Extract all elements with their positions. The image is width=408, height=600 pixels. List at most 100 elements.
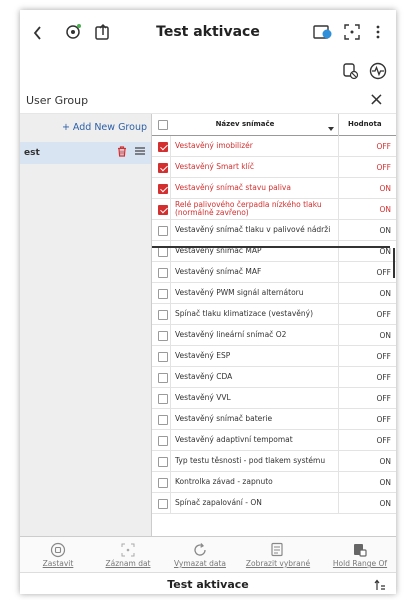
trash-icon[interactable] [117,146,127,160]
table-row[interactable]: Vestavěný ESP OFF [152,346,396,367]
row-checkbox[interactable] [158,163,168,173]
sensor-value: OFF [376,310,391,319]
clear-data-button[interactable]: Vymazat data [162,537,238,573]
add-new-group-button[interactable]: + Add New Group [62,122,147,133]
cell-divider [338,304,339,325]
table-row[interactable]: Typ testu těsnosti - pod tlakem systému O… [152,451,396,472]
sensor-value: OFF [376,352,391,361]
group-name: est [24,148,40,158]
table-row[interactable]: Relé palivového čerpadla nízkého tlaku (… [152,199,396,220]
row-checkbox[interactable] [158,184,168,194]
row-checkbox[interactable] [158,457,168,467]
cell-divider [338,367,339,388]
menu-icon[interactable] [135,145,145,159]
row-checkbox[interactable] [158,205,168,215]
column-header-name[interactable]: Název snímače [170,120,320,128]
table-row[interactable]: Vestavěný lineární snímač O2 ON [152,325,396,346]
table-row[interactable]: Vestavěný snímač stavu paliva ON [152,178,396,199]
table-row[interactable]: Vestavěný snímač tlaku v palivové nádrži… [152,220,396,241]
sensor-name: Vestavěný imobilizér [175,141,253,150]
sensor-name: Vestavěný CDA [175,372,233,381]
row-checkbox[interactable] [158,289,168,299]
column-divider [338,114,339,136]
sensor-name: Kontrolka závad - zapnuto [175,477,273,486]
sensor-value: ON [379,247,391,256]
sensor-name: Vestavěný snímač MAF [175,267,262,276]
sensor-value: ON [379,184,391,193]
footer-bar: Test aktivace [20,572,396,594]
cell-divider [170,346,171,367]
row-checkbox[interactable] [158,247,168,257]
waveform-icon[interactable] [368,61,388,81]
row-checkbox[interactable] [158,478,168,488]
cell-divider [338,472,339,493]
screen: Test aktivace User Group × + Add New Gro… [20,10,396,594]
sensor-name: Relé palivového čerpadla nízkého tlaku (… [175,200,322,217]
sensor-value: OFF [376,373,391,382]
sort-icon[interactable] [328,127,334,131]
row-checkbox[interactable] [158,373,168,383]
table-row[interactable]: Kontrolka závad - zapnuto ON [152,472,396,493]
record-data-icon [90,541,166,559]
table-row[interactable]: Vestavěný imobilizér OFF [152,136,396,157]
stop-button[interactable]: Zastavit [20,537,96,573]
sensor-value: OFF [376,268,391,277]
footer-title: Test aktivace [167,578,249,591]
select-all-checkbox[interactable] [158,120,168,130]
cell-divider [338,430,339,451]
cell-divider [170,388,171,409]
hold-range-button[interactable]: Hold Range Of [322,537,396,573]
cell-divider [338,493,339,514]
sensor-name: Vestavěný Smart klíč [175,162,254,171]
row-checkbox[interactable] [158,310,168,320]
column-header-value[interactable]: Hodnota [348,120,382,128]
cell-divider [338,157,339,178]
sensor-table: Název snímače Hodnota Vestavěný imobiliz… [151,114,396,536]
scrollbar[interactable] [393,248,395,278]
row-checkbox[interactable] [158,499,168,509]
sensor-value: ON [379,478,391,487]
cell-divider [170,283,171,304]
table-row[interactable]: Vestavěný Smart klíč OFF [152,157,396,178]
table-row[interactable]: Vestavěný snímač baterie OFF [152,409,396,430]
row-checkbox[interactable] [158,142,168,152]
car-off-icon[interactable] [340,61,360,81]
record-data-button[interactable]: Záznam dat [90,537,166,573]
table-row[interactable]: Vestavěný PWM signál alternátoru ON [152,283,396,304]
page-title: Test aktivace [156,24,260,40]
table-row[interactable]: Spínač zapalování - ON ON [152,493,396,514]
table-row[interactable]: Vestavěný snímač MAP ON [152,241,396,262]
row-checkbox[interactable] [158,268,168,278]
row-checkbox[interactable] [158,415,168,425]
cell-divider [170,430,171,451]
focus-icon[interactable] [342,22,362,42]
table-row[interactable]: Spínač tlaku klimatizace (vestavěný) OFF [152,304,396,325]
sensor-name: Vestavěný adaptivní tempomat [175,435,293,444]
row-checkbox[interactable] [158,394,168,404]
show-selected-button[interactable]: Zobrazit vybrané [240,537,316,573]
expand-icon[interactable] [374,576,386,594]
cell-divider [170,493,171,514]
table-row[interactable]: Vestavěný VVL OFF [152,388,396,409]
row-checkbox[interactable] [158,331,168,341]
sensor-value: ON [379,331,391,340]
hold-range-icon [322,541,396,559]
table-row[interactable]: Vestavěný snímač MAF OFF [152,262,396,283]
close-icon[interactable]: × [369,89,384,110]
row-checkbox[interactable] [158,436,168,446]
sensor-value: ON [379,289,391,298]
cell-divider [338,346,339,367]
group-item[interactable]: est [20,142,151,164]
cell-divider [338,241,339,262]
record-icon[interactable] [312,22,334,42]
more-vertical-icon[interactable] [372,22,384,42]
row-checkbox[interactable] [158,226,168,236]
cell-divider [338,283,339,304]
row-checkbox[interactable] [158,352,168,362]
sensor-name: Vestavěný ESP [175,351,231,360]
user-group-label: User Group [26,94,89,107]
cell-divider [170,241,171,262]
table-row[interactable]: Vestavěný adaptivní tempomat OFF [152,430,396,451]
table-row[interactable]: Vestavěný CDA OFF [152,367,396,388]
sensor-name: Vestavěný VVL [175,393,231,402]
